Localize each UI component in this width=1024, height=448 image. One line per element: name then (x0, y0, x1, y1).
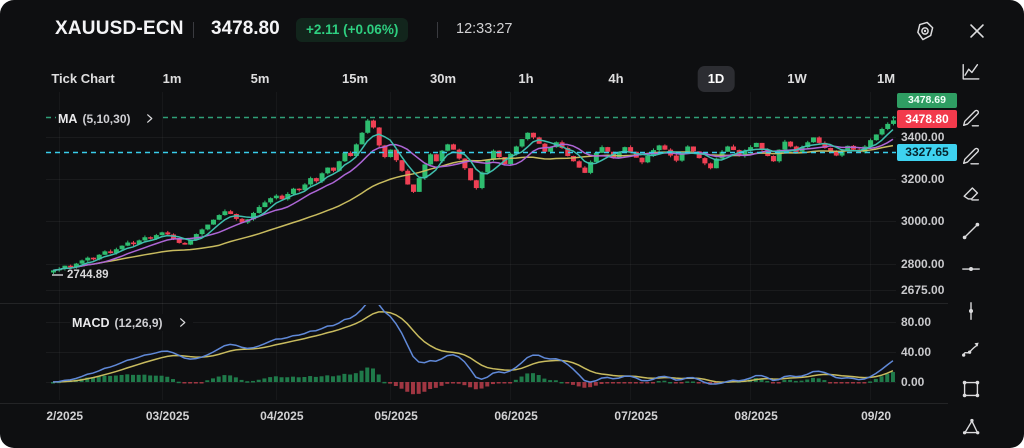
time-tick: 04/2025 (260, 409, 303, 423)
macd-name: MACD (72, 316, 110, 330)
timeframe-15m[interactable]: 15m (342, 66, 368, 92)
tool-chart-type[interactable] (959, 60, 983, 84)
price-tick: 2800.00 (901, 257, 944, 271)
tool-edit-pencil[interactable] (959, 144, 983, 168)
timeframe-1w[interactable]: 1W (787, 66, 807, 92)
price-chart-canvas[interactable] (0, 0, 1024, 448)
dash-decoration (52, 274, 63, 276)
tool-wave-arrow[interactable] (959, 339, 983, 363)
rectangle-icon (960, 378, 982, 400)
timeframe-1m[interactable]: 1M (877, 66, 895, 92)
close-icon (966, 20, 988, 42)
ma-name: MA (58, 112, 77, 126)
time-tick: 08/2025 (734, 409, 777, 423)
server-time: 12:33:27 (456, 21, 512, 37)
gear-icon (913, 19, 937, 43)
time-tick: 2/2025 (46, 409, 83, 423)
high-price-badge: 3478.69 (897, 93, 957, 108)
macd-tick: 80.00 (901, 315, 931, 329)
timeframe-5m[interactable]: 5m (251, 66, 270, 92)
horizontal-line-icon (960, 258, 982, 280)
price-tick: 3200.00 (901, 172, 944, 186)
chevron-right-icon (144, 113, 155, 124)
macd-tick: 0.00 (901, 375, 924, 389)
pencil-icon (960, 145, 982, 167)
macd-indicator-label[interactable]: MACD (12,26,9) (70, 314, 193, 331)
last-price: 3478.80 (211, 18, 280, 40)
timeframe-4h[interactable]: 4h (608, 66, 623, 92)
symbol-title: XAUUSD-ECN (55, 18, 184, 40)
tool-vertical-line[interactable] (959, 299, 983, 323)
tool-rectangle[interactable] (959, 377, 983, 401)
header-divider (193, 22, 194, 38)
ma-params: (5,10,30) (82, 112, 130, 126)
eraser-icon (960, 182, 982, 204)
settings-button[interactable] (912, 18, 938, 44)
timeframe-1h[interactable]: 1h (518, 66, 533, 92)
last-price-badge: 3478.80 (897, 110, 957, 128)
triangle-icon (960, 416, 982, 438)
time-tick: 03/2025 (146, 409, 189, 423)
price-change-badge: +2.11 (+0.06%) (296, 18, 408, 42)
price-tick: 2675.00 (901, 283, 944, 297)
time-tick: 09/20 (861, 409, 891, 423)
tool-trend-line[interactable] (959, 219, 983, 243)
macd-params: (12,26,9) (115, 316, 163, 330)
time-tick: 05/2025 (374, 409, 417, 423)
timeframe-tick-chart[interactable]: Tick Chart (51, 66, 114, 92)
timeframe-30m[interactable]: 30m (430, 66, 456, 92)
pencil-icon (960, 107, 982, 129)
vertical-line-icon (960, 300, 982, 322)
series-low-value: 2744.89 (67, 269, 109, 281)
timeframe-1d[interactable]: 1D (698, 66, 735, 92)
series-low-marker: 2744.89 (52, 269, 109, 281)
tool-triangle[interactable] (959, 415, 983, 439)
tool-draw-pencil[interactable] (959, 106, 983, 130)
macd-tick: 40.00 (901, 345, 931, 359)
timeframe-1m[interactable]: 1m (163, 66, 182, 92)
price-tick: 3400.00 (901, 130, 944, 144)
time-tick: 07/2025 (614, 409, 657, 423)
tool-horizontal-line[interactable] (959, 257, 983, 281)
level-price-badge: 3327.65 (897, 144, 957, 161)
close-button[interactable] (964, 18, 990, 44)
price-tick: 3000.00 (901, 214, 944, 228)
time-tick: 06/2025 (494, 409, 537, 423)
wave-arrow-icon (960, 340, 982, 362)
tool-eraser[interactable] (959, 181, 983, 205)
line-chart-icon (960, 61, 982, 83)
ma-indicator-label[interactable]: MA (5,10,30) (56, 110, 160, 127)
trend-line-icon (960, 220, 982, 242)
trading-app-window: XAUUSD-ECN 3478.80 +2.11 (+0.06%) 12:33:… (0, 0, 1024, 448)
chevron-right-icon (177, 317, 188, 328)
header-divider (437, 22, 438, 38)
